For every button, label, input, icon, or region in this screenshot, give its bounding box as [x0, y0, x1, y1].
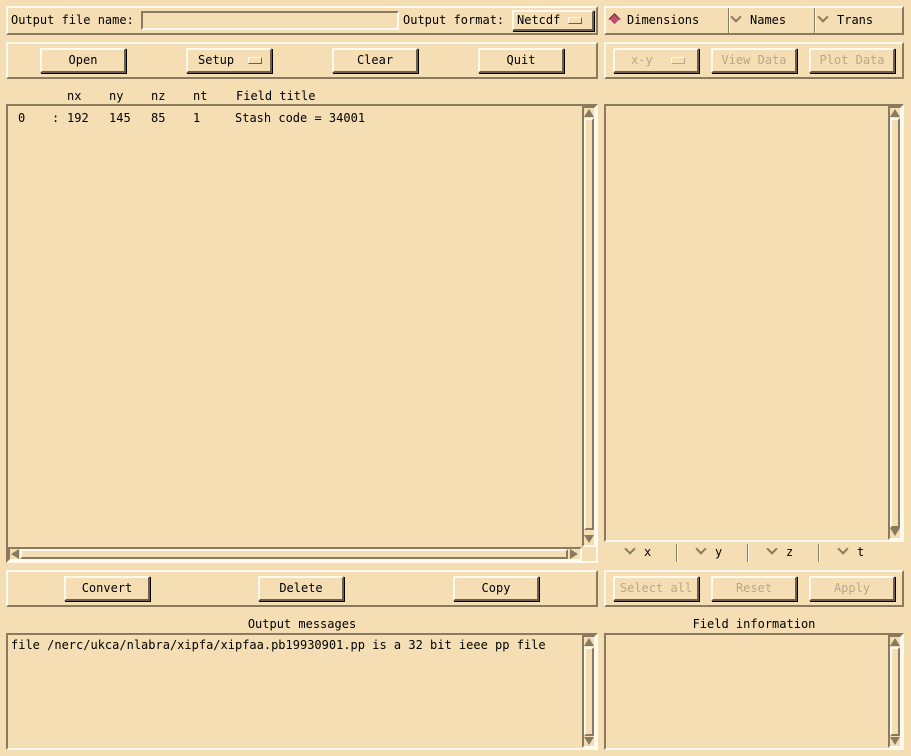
output-file-label: Output file name: [11, 13, 134, 27]
header-nx: nx [67, 89, 82, 103]
field-list-hscrollbar[interactable] [8, 547, 582, 561]
row-index: 0 [18, 111, 26, 125]
scroll-down-icon[interactable] [890, 737, 900, 745]
view-data-button[interactable]: View Data [711, 48, 797, 73]
header-ny: ny [109, 89, 124, 103]
radio-selected-icon [608, 13, 621, 26]
field-list[interactable]: 0 : 192 145 85 1 Stash code = 34001 [6, 104, 598, 563]
option-menu-icon [248, 57, 263, 64]
scroll-thumb[interactable] [584, 118, 594, 530]
row-title: Stash code = 34001 [235, 111, 366, 125]
scroll-thumb[interactable] [20, 549, 568, 559]
option-menu-icon [670, 57, 685, 64]
dim-toggle-icon [837, 543, 849, 555]
scroll-thumb[interactable] [890, 647, 900, 736]
setup-menu-button[interactable]: Setup [186, 48, 272, 73]
dim-t[interactable]: t [837, 543, 887, 561]
apply-button[interactable]: Apply [809, 576, 895, 601]
separator [676, 544, 677, 562]
radio-dimensions[interactable]: Dimensions [608, 13, 726, 29]
scroll-down-icon[interactable] [890, 528, 900, 536]
output-file-input[interactable] [141, 11, 399, 30]
field-information-heading: Field information [692, 617, 816, 631]
output-message-line: file /nerc/ukca/nlabra/xipfa/xipfaa.pb19… [11, 638, 546, 652]
scroll-down-icon[interactable] [584, 737, 594, 745]
output-format-label: Output format: [403, 13, 505, 27]
radio-dimensions-label: Dimensions [627, 13, 700, 27]
quit-button[interactable]: Quit [478, 48, 564, 73]
field-information[interactable] [604, 633, 904, 750]
field-information-vscrollbar[interactable] [888, 635, 902, 748]
separator [728, 8, 729, 33]
reset-button[interactable]: Reset [711, 576, 797, 601]
dim-x[interactable]: x [624, 543, 674, 561]
select-all-button[interactable]: Select all [613, 576, 699, 601]
copy-button[interactable]: Copy [453, 576, 539, 601]
row-separator: : [52, 111, 60, 125]
scroll-thumb[interactable] [890, 118, 900, 528]
output-format-value: Netcdf [517, 13, 561, 27]
dimension-list[interactable] [604, 104, 904, 542]
row-nt: 1 [193, 111, 201, 125]
output-messages-heading: Output messages [247, 617, 357, 631]
open-button[interactable]: Open [40, 48, 126, 73]
scroll-thumb[interactable] [584, 647, 594, 736]
dim-z[interactable]: z [766, 543, 816, 561]
clear-button[interactable]: Clear [332, 48, 418, 73]
dim-t-label: t [857, 545, 865, 559]
dim-toggle-icon [695, 543, 707, 555]
scroll-up-icon[interactable] [890, 638, 900, 646]
dim-y[interactable]: y [695, 543, 745, 561]
output-format-select[interactable]: Netcdf [512, 10, 594, 31]
scroll-right-icon[interactable] [570, 549, 578, 559]
row-nx: 192 [67, 111, 89, 125]
header-field-title: Field title [236, 89, 316, 103]
axes-select[interactable]: x-y [613, 48, 699, 73]
row-ny: 145 [109, 111, 131, 125]
dim-z-label: z [786, 545, 794, 559]
scroll-up-icon[interactable] [890, 109, 900, 117]
dim-toggle-icon [624, 543, 636, 555]
scroll-left-icon[interactable] [11, 549, 19, 559]
setup-label: Setup [198, 53, 235, 67]
delete-button[interactable]: Delete [258, 576, 344, 601]
scroll-down-icon[interactable] [584, 535, 594, 543]
separator [818, 544, 819, 562]
separator [814, 8, 815, 33]
radio-trans[interactable]: Trans [817, 11, 899, 29]
dim-toggle-icon [766, 543, 778, 555]
radio-unselected-icon [730, 11, 742, 23]
scroll-up-icon[interactable] [584, 109, 594, 117]
dim-y-label: y [715, 545, 723, 559]
separator [747, 544, 748, 562]
option-menu-icon [568, 17, 583, 24]
header-nt: nt [193, 89, 208, 103]
row-nz: 85 [151, 111, 166, 125]
plot-data-button[interactable]: Plot Data [809, 48, 895, 73]
radio-unselected-icon [817, 11, 829, 23]
output-messages[interactable]: file /nerc/ukca/nlabra/xipfa/xipfaa.pb19… [6, 633, 598, 750]
dim-x-label: x [644, 545, 652, 559]
header-nz: nz [151, 89, 166, 103]
radio-names-label: Names [750, 13, 787, 27]
convert-button[interactable]: Convert [64, 576, 150, 601]
radio-names[interactable]: Names [730, 11, 812, 29]
dimension-list-vscrollbar[interactable] [888, 106, 902, 540]
table-row[interactable]: 0 : 192 145 85 1 Stash code = 34001 [8, 110, 580, 126]
axes-select-value: x-y [631, 53, 653, 67]
output-messages-vscrollbar[interactable] [582, 635, 596, 748]
scroll-up-icon[interactable] [584, 638, 594, 646]
radio-trans-label: Trans [837, 13, 874, 27]
field-list-vscrollbar[interactable] [582, 106, 596, 547]
